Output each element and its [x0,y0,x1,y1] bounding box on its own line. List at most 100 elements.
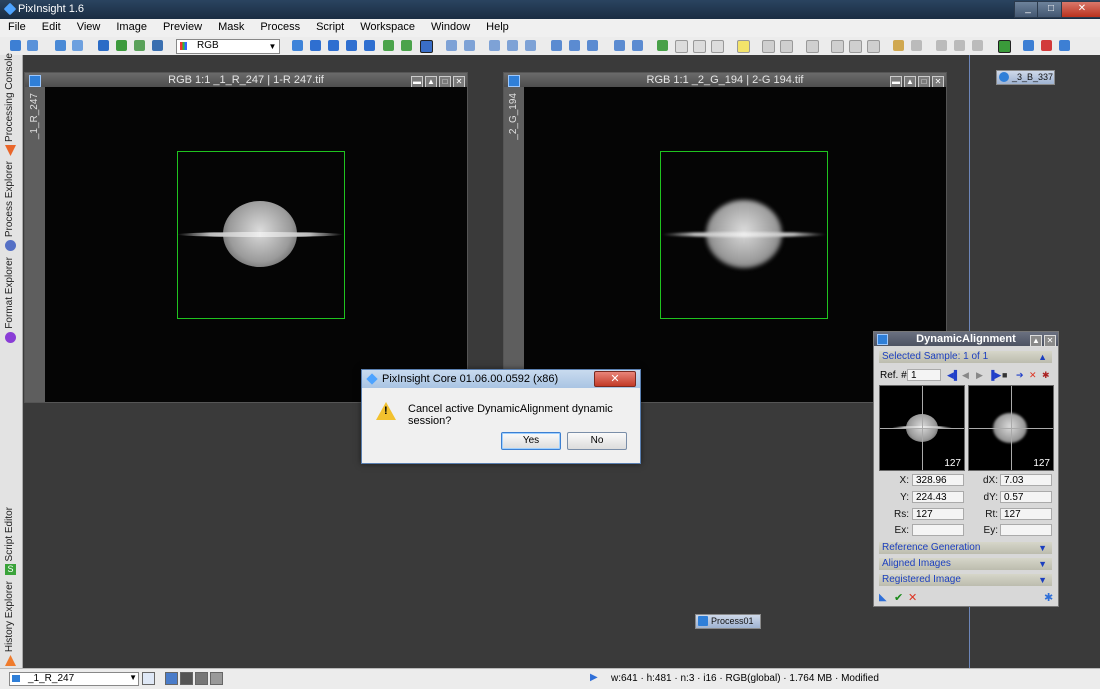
section-registered-image[interactable]: Registered Image ▼ [879,574,1052,586]
select-icons-icon[interactable] [936,40,947,51]
zoom-tool-2-icon[interactable] [507,40,518,51]
tab-history-explorer[interactable]: History Explorer [0,577,22,668]
mode-3-icon[interactable] [195,672,208,685]
menu-workspace[interactable]: Workspace [352,19,423,33]
menu-mask[interactable]: Mask [210,19,252,33]
selected-sample-header[interactable]: Selected Sample: 1 of 1 ▲ [879,351,1052,363]
hide-icons-icon[interactable] [911,40,922,51]
zoom-1-1-icon[interactable] [364,40,375,51]
menu-help[interactable]: Help [478,19,517,33]
cancel-icon[interactable]: ✕ [908,591,917,604]
next-sample-icon[interactable]: ▶ [976,370,983,381]
view-id-tab[interactable]: _2_G_194 [504,87,524,402]
dialog-title-bar[interactable]: PixInsight Core 01.06.00.0592 (x86) ✕ [362,370,640,388]
yes-button[interactable]: Yes [501,432,561,450]
view-select[interactable]: _1_R_247 ▼ [9,672,139,686]
play-icon[interactable]: ▶ [590,672,598,683]
channel-select[interactable]: RGB ▼ [176,39,280,54]
redo-icon[interactable] [27,40,38,51]
shade-button[interactable]: ▲ [1030,335,1042,347]
prev-sample-icon[interactable]: ◀ [962,370,969,381]
reset-icon[interactable] [1041,40,1052,51]
tab-script-editor[interactable]: Script Editor S [0,500,22,577]
explorer-icon[interactable] [998,40,1011,53]
sample-view-icon[interactable]: ■ [1002,370,1007,380]
mode-4-icon[interactable] [210,672,223,685]
workspace-icon[interactable] [737,40,750,53]
icons-icon[interactable] [893,40,904,51]
execute-icon[interactable]: ✔ [894,591,903,604]
first-sample-icon[interactable]: ◀▌ [947,370,960,381]
tile-icon[interactable] [762,40,775,53]
iconized-process[interactable]: Process01 [695,614,761,629]
close-all-icon[interactable] [867,40,880,53]
move-icon[interactable] [292,40,303,51]
new-instance-icon[interactable]: ◣ [879,592,887,603]
iconized-image[interactable]: _3_B_337 [996,70,1055,85]
window-2-icon[interactable] [693,40,706,53]
menu-edit[interactable]: Edit [34,19,69,33]
image-window-title[interactable]: RGB 1:1 _1_R_247 | 1-R 247.tif ▬ ▲ □ ✕ [25,73,467,88]
cascade-icon[interactable] [780,40,793,53]
view-id-tab[interactable]: _1_R_247 [25,87,45,402]
section-reference-generation[interactable]: Reference Generation ▼ [879,542,1052,554]
menu-view[interactable]: View [69,19,109,33]
mode-2-icon[interactable] [180,672,193,685]
zoom-fit-icon[interactable] [328,40,339,51]
view-icon[interactable] [614,40,625,51]
undo-icon[interactable] [10,40,21,51]
image-canvas[interactable] [45,87,467,402]
new-image-icon[interactable] [55,40,66,51]
no-button[interactable]: No [567,432,627,450]
deiconize-icon[interactable] [849,40,862,53]
last-sample-icon[interactable]: ▐▶ [988,370,1001,381]
section-aligned-images[interactable]: Aligned Images ▼ [879,558,1052,570]
view-2-icon[interactable] [632,40,643,51]
window-1-icon[interactable] [675,40,688,53]
arrange-icons-icon[interactable] [954,40,965,51]
zoom-tool-icon[interactable] [489,40,500,51]
menu-image[interactable]: Image [108,19,155,33]
close-button[interactable]: ✕ [1061,1,1100,18]
image-window-title[interactable]: RGB 1:1 _2_G_194 | 2-G 194.tif ▬ ▲ □ ✕ [504,73,946,88]
menu-preview[interactable]: Preview [155,19,210,33]
preview-icon[interactable] [401,40,412,51]
menu-file[interactable]: File [0,19,34,33]
tab-format-explorer[interactable]: Format Explorer [0,253,22,345]
tab-processing-console[interactable]: Processing Console [0,53,22,158]
iconize-icon[interactable] [831,40,844,53]
tab-process-explorer[interactable]: Process Explorer [0,158,22,253]
zoom-in-icon[interactable] [446,40,457,51]
reset-icon[interactable]: ✱ [1044,591,1053,604]
readout-icon[interactable] [420,40,433,53]
process-icon[interactable] [657,40,668,51]
show-mask-icon[interactable] [134,40,145,51]
dialog-close-button[interactable]: ✕ [594,371,636,387]
stf-icon[interactable] [569,40,580,51]
menu-window[interactable]: Window [423,19,478,33]
window-3-icon[interactable] [711,40,724,53]
ref-field[interactable]: 1 [907,369,941,381]
menu-script[interactable]: Script [308,19,352,33]
panel-title-bar[interactable]: DynamicAlignment ▲ ✕ [874,332,1058,347]
recompute-icon[interactable]: ✱ [1042,370,1050,381]
duplicate-icon[interactable] [72,40,83,51]
global-icon[interactable] [1023,40,1034,51]
goto-sample-icon[interactable]: ➔ [1016,370,1024,381]
screen-stf-icon[interactable] [551,40,562,51]
arrange-icon[interactable] [806,40,819,53]
settings-icon[interactable] [1059,40,1070,51]
auto-stf-icon[interactable] [587,40,598,51]
zoom-tool-3-icon[interactable] [525,40,536,51]
menu-process[interactable]: Process [252,19,308,33]
merge-icons-icon[interactable] [972,40,983,51]
mode-1-icon[interactable] [165,672,178,685]
shrink-icon[interactable] [346,40,357,51]
nav-icon[interactable] [383,40,394,51]
mask-icon[interactable] [116,40,127,51]
invert-mask-icon[interactable] [152,40,163,51]
view-list-icon[interactable] [142,672,155,685]
delete-sample-icon[interactable]: ✕ [1029,370,1037,381]
image-window-r[interactable]: RGB 1:1 _1_R_247 | 1-R 247.tif ▬ ▲ □ ✕ _1_R… [24,72,468,403]
close-panel-button[interactable]: ✕ [1044,335,1056,347]
